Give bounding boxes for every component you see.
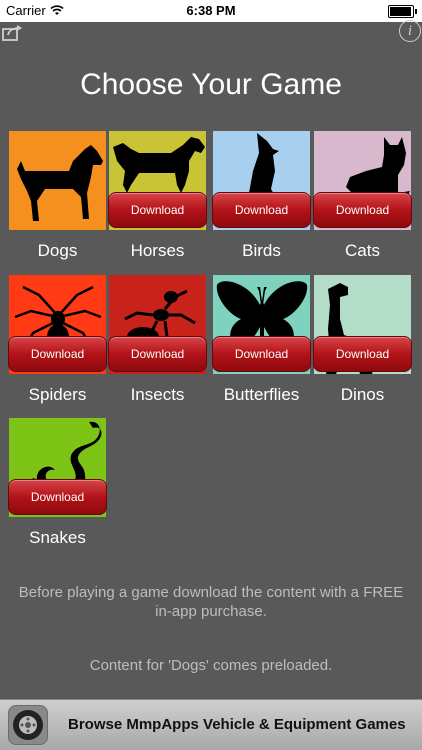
game-tile-cats[interactable]: Download Cats <box>313 131 412 260</box>
game-label: Birds <box>242 241 281 260</box>
info-icon[interactable]: i <box>399 20 421 42</box>
game-tile-dinos[interactable]: Download Dinos <box>313 275 412 404</box>
game-tile-snakes[interactable]: Download Snakes <box>8 418 107 547</box>
preloaded-note: Content for 'Dogs' comes preloaded. <box>89 657 333 674</box>
game-label: Horses <box>130 241 185 260</box>
game-tile-insects[interactable]: Download Insects <box>108 275 207 404</box>
battery-fill <box>390 7 411 16</box>
download-button-horses[interactable]: Download <box>108 192 207 228</box>
battery-icon <box>388 5 417 18</box>
game-tile-horses[interactable]: Download Horses <box>108 131 207 260</box>
download-button-insects[interactable]: Download <box>108 336 207 372</box>
game-tile-butterflies[interactable]: Download Butterflies <box>212 275 311 404</box>
game-tile-spiders[interactable]: Download Spiders <box>8 275 107 404</box>
status-bar: Carrier 6:38 PM <box>0 0 422 22</box>
dog-silhouette-icon <box>17 145 103 221</box>
game-image-dogs[interactable] <box>9 131 106 230</box>
game-tile-dogs[interactable]: Dogs <box>9 131 106 260</box>
page-title: Choose Your Game <box>80 68 342 101</box>
download-button-cats[interactable]: Download <box>313 192 412 228</box>
game-label: Cats <box>345 241 380 260</box>
game-label: Dinos <box>340 385 385 404</box>
download-button-snakes[interactable]: Download <box>8 479 107 515</box>
download-button-spiders[interactable]: Download <box>8 336 107 372</box>
status-time: 6:38 PM <box>186 3 236 18</box>
download-button-birds[interactable]: Download <box>212 192 311 228</box>
purchase-note: Before playing a game download the conte… <box>18 584 404 620</box>
download-button-butterflies[interactable]: Download <box>212 336 311 372</box>
game-label: Butterflies <box>223 385 300 404</box>
game-label: Snakes <box>29 528 86 547</box>
download-button-dinos[interactable]: Download <box>313 336 412 372</box>
share-icon[interactable] <box>2 24 24 42</box>
vehicle-games-banner[interactable]: Browse MmpApps Vehicle & Equipment Games <box>0 699 422 750</box>
game-tile-birds[interactable]: Download Birds <box>212 131 311 260</box>
wheel-icon <box>8 705 48 745</box>
game-label: Insects <box>130 385 185 404</box>
banner-text: Browse MmpApps Vehicle & Equipment Games <box>68 716 406 733</box>
